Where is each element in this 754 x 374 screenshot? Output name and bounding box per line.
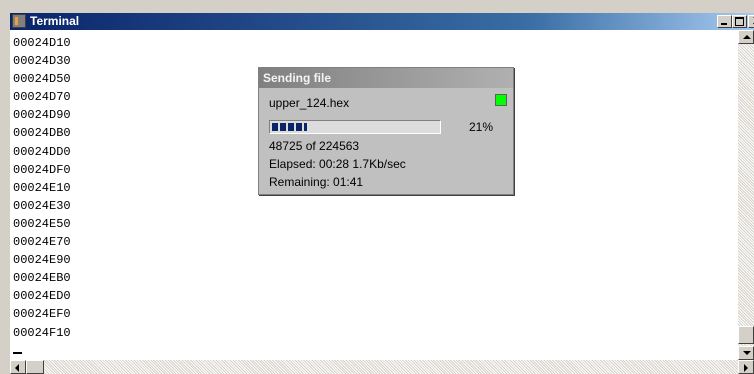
terminal-line: 00024E10 bbox=[13, 180, 71, 195]
scroll-right-button[interactable] bbox=[738, 360, 754, 374]
bytes-transferred: 48725 of 224563 bbox=[269, 139, 360, 153]
scroll-up-button[interactable] bbox=[738, 30, 754, 44]
terminal-line: 00024DF0 bbox=[13, 162, 71, 177]
terminal-line: 00024D90 bbox=[13, 108, 71, 123]
terminal-line: 00024E50 bbox=[13, 216, 71, 231]
close-button[interactable]: X bbox=[748, 15, 754, 28]
terminal-line: 00024E90 bbox=[13, 253, 71, 268]
terminal-line: 00024DB0 bbox=[13, 126, 71, 141]
terminal-line: 00024E30 bbox=[13, 198, 71, 213]
terminal-lines: 00024D10 00024D30 00024D50 00024D70 0002… bbox=[13, 34, 71, 342]
terminal-line: 00024D30 bbox=[13, 54, 71, 69]
sending-file-dialog: Sending file upper_124.hex 21% 48725 of … bbox=[258, 67, 514, 195]
remaining-time: Remaining: 01:41 bbox=[269, 175, 364, 189]
scroll-left-button[interactable] bbox=[10, 360, 26, 374]
file-name: upper_124.hex bbox=[269, 96, 350, 110]
terminal-line: 00024E70 bbox=[13, 235, 71, 250]
arrow-left-icon bbox=[15, 364, 19, 372]
terminal-window: Terminal X 00024D10 00024D30 00024D50 00… bbox=[0, 0, 754, 374]
arrow-up-icon bbox=[743, 35, 751, 39]
horizontal-scroll-thumb[interactable] bbox=[26, 360, 44, 374]
window-title: Terminal bbox=[30, 14, 80, 28]
status-led-icon bbox=[495, 94, 507, 106]
terminal-line: 00024D70 bbox=[13, 90, 71, 105]
terminal-line: 00024F10 bbox=[13, 325, 71, 340]
elapsed-time: Elapsed: 00:28 1.7Kb/sec bbox=[269, 157, 406, 171]
text-cursor bbox=[13, 352, 22, 354]
progress-percent: 21% bbox=[469, 120, 494, 134]
terminal-line: 00024ED0 bbox=[13, 289, 71, 304]
vertical-scroll-thumb[interactable] bbox=[738, 326, 754, 344]
terminal-line: 00024D10 bbox=[13, 36, 71, 50]
arrow-right-icon bbox=[744, 364, 748, 372]
scroll-down-button[interactable] bbox=[738, 346, 754, 360]
terminal-app-icon[interactable] bbox=[12, 14, 26, 28]
terminal-line: 00024EB0 bbox=[13, 271, 71, 286]
terminal-line: 00024EF0 bbox=[13, 307, 71, 322]
terminal-line: 00024DD0 bbox=[13, 144, 71, 159]
minimize-button[interactable] bbox=[717, 15, 732, 28]
vertical-scrollbar[interactable] bbox=[738, 30, 754, 360]
horizontal-scrollbar[interactable] bbox=[10, 360, 738, 374]
progress-bar bbox=[269, 120, 441, 134]
title-bar[interactable]: Terminal X bbox=[10, 13, 754, 30]
arrow-down-icon bbox=[743, 351, 751, 355]
dialog-title[interactable]: Sending file bbox=[259, 68, 513, 88]
maximize-button[interactable] bbox=[732, 15, 747, 28]
terminal-line: 00024D50 bbox=[13, 72, 71, 87]
progress-bar-fill bbox=[272, 123, 307, 131]
